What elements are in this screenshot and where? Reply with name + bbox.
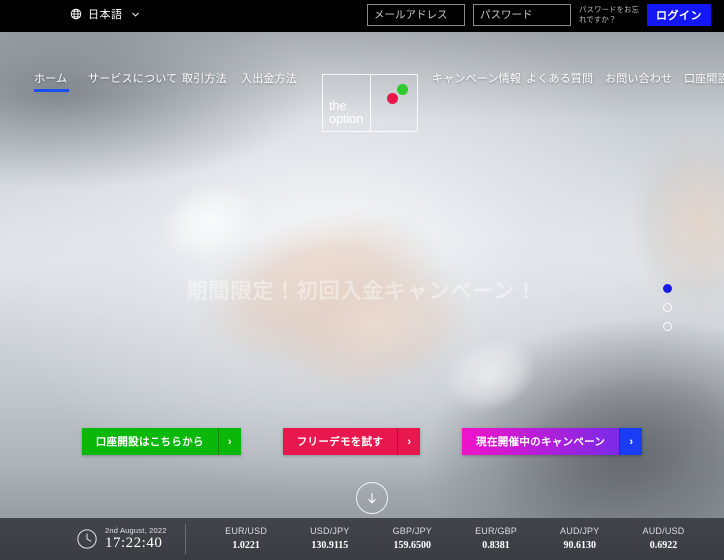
language-label: 日本語	[88, 9, 123, 21]
password-field[interactable]	[473, 4, 571, 26]
scroll-down-button[interactable]	[356, 482, 388, 514]
logo-green-dot-icon	[397, 84, 408, 95]
email-field[interactable]	[367, 4, 465, 26]
currency-pair-item[interactable]: USD/JPY 130.9115	[310, 527, 349, 551]
currency-pair-item[interactable]: GBP/JPY 159.6500	[393, 527, 432, 551]
pair-name: AUD/USD	[642, 526, 685, 536]
free-demo-button[interactable]: フリーデモを試す ›	[282, 428, 421, 455]
nav-item-contact[interactable]: お問い合わせ	[605, 70, 672, 86]
chevron-right-icon: ›	[619, 428, 643, 455]
logo-line-option: option	[329, 111, 364, 126]
nav-item-deposit[interactable]: 入出金方法	[241, 70, 297, 86]
nav-active-underline	[34, 89, 69, 92]
pair-rate: 159.6500	[393, 540, 432, 551]
market-ticker-bar: 2nd August, 2022 17:22:40 EUR/USD 1.0221…	[0, 518, 724, 560]
logo-wordmark: the option	[323, 75, 371, 131]
pair-rate: 1.0221	[232, 540, 260, 551]
clock-icon	[76, 528, 98, 550]
chevron-down-icon	[129, 10, 140, 19]
pair-rate: 0.6922	[649, 540, 678, 551]
pair-rate: 0.8381	[482, 540, 510, 551]
login-button[interactable]: ログイン	[647, 4, 711, 26]
chevron-right-icon: ›	[217, 428, 241, 455]
open-account-button[interactable]: 口座開設はこちらから ›	[81, 428, 241, 455]
nav-item-faq[interactable]: よくある質問	[526, 70, 593, 86]
currency-pair-item[interactable]: AUD/USD 0.6922	[643, 527, 685, 551]
hero-cta-row: 口座開設はこちらから › フリーデモを試す › 現在開催中のキャンペーン ›	[0, 428, 724, 455]
hero-headline: 期間限定！初回入金キャンペーン！	[186, 280, 538, 303]
pair-name: USD/JPY	[310, 526, 350, 536]
logo-mark-panel	[371, 75, 417, 131]
logo-red-dot-icon	[387, 93, 398, 104]
globe-icon	[70, 8, 82, 20]
top-utility-bar: 日本語 パスワードをお忘れですか？ ログイン	[0, 0, 724, 32]
chevron-right-icon: ›	[397, 428, 421, 455]
nav-item-open-account[interactable]: 口座開設	[684, 70, 724, 86]
pair-name: EUR/USD	[225, 526, 268, 536]
nav-item-how-to-trade[interactable]: 取引方法	[182, 70, 227, 86]
language-selector[interactable]: 日本語	[70, 6, 140, 22]
brand-logo[interactable]: the option	[322, 74, 418, 132]
currency-pair-item[interactable]: AUD/JPY 90.6130	[560, 527, 599, 551]
current-campaign-label: 現在開催中のキャンペーン	[462, 428, 620, 455]
forgot-password-link[interactable]: パスワードをお忘れですか？	[579, 5, 639, 25]
pair-name: AUD/JPY	[560, 526, 600, 536]
pair-name: EUR/GBP	[475, 526, 517, 536]
nav-item-home[interactable]: ホーム	[34, 70, 67, 86]
open-account-label: 口座開設はこちらから	[81, 428, 218, 455]
hero-section: ホーム サービスについて 取引方法 入出金方法 キャンペーン情報 よくある質問 …	[0, 32, 724, 518]
nav-item-campaign[interactable]: キャンペーン情報	[432, 70, 521, 86]
pair-rate: 130.9115	[311, 540, 349, 551]
carousel-dot-1[interactable]	[663, 284, 672, 293]
page-root: 日本語 パスワードをお忘れですか？ ログイン ホーム サービス	[0, 0, 724, 560]
free-demo-label: フリーデモを試す	[282, 428, 398, 455]
carousel-dot-3[interactable]	[663, 322, 672, 331]
current-campaign-button[interactable]: 現在開催中のキャンペーン ›	[462, 428, 643, 455]
pair-name: GBP/JPY	[392, 526, 432, 536]
login-form: パスワードをお忘れですか？ ログイン	[367, 4, 711, 28]
clock-block: 2nd August, 2022 17:22:40	[76, 524, 186, 554]
clock-text: 2nd August, 2022 17:22:40	[105, 527, 167, 552]
currency-pairs-list: EUR/USD 1.0221 USD/JPY 130.9115 GBP/JPY …	[186, 527, 724, 551]
carousel-dots	[663, 284, 672, 331]
carousel-dot-2[interactable]	[663, 303, 672, 312]
nav-item-services[interactable]: サービスについて	[88, 70, 177, 86]
pair-rate: 90.6130	[563, 540, 597, 551]
ticker-date: 2nd August, 2022	[105, 525, 167, 535]
currency-pair-item[interactable]: EUR/USD 1.0221	[225, 527, 267, 551]
arrow-down-icon	[366, 491, 378, 505]
ticker-time: 17:22:40	[105, 535, 163, 552]
currency-pair-item[interactable]: EUR/GBP 0.8381	[475, 527, 517, 551]
